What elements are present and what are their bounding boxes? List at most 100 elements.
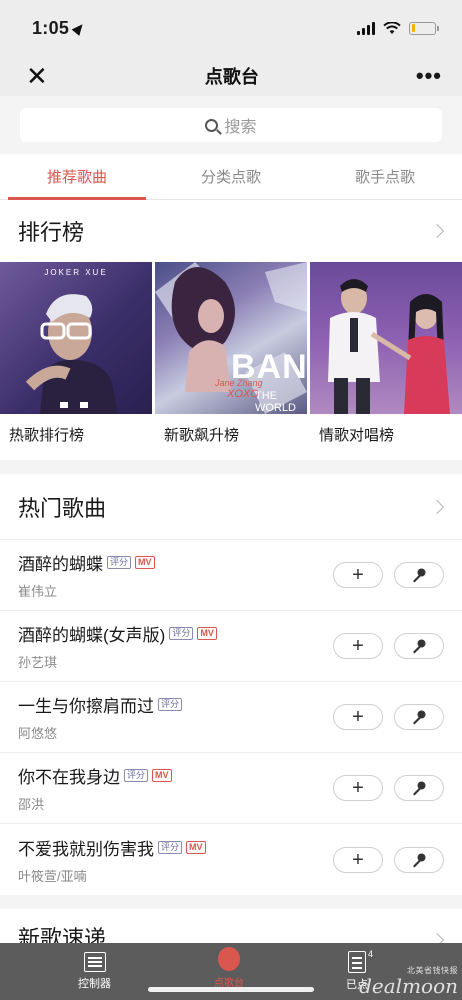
battery-icon — [409, 21, 439, 35]
mv-badge: MV — [197, 627, 217, 640]
charts-section-header[interactable]: 排行榜 — [0, 200, 462, 262]
song-artist: 叶筱萱/亚喃 — [18, 868, 87, 884]
song-info: 你不在我身边 评分 MV 邵洪 — [18, 763, 333, 813]
song-artist: 邵洪 — [18, 797, 45, 812]
singer-photo — [25, 294, 118, 414]
mv-badge: MV — [186, 840, 206, 854]
status-icons — [357, 21, 439, 35]
tab-singers[interactable]: 歌手点歌 — [308, 154, 462, 199]
tab-controller[interactable]: 控制器 — [78, 952, 111, 991]
sing-button[interactable] — [394, 704, 444, 730]
sing-button[interactable] — [394, 562, 444, 588]
song-row[interactable]: 酒醉的蝴蝶(女声版) 评分 MV 孙艺琪 + — [0, 611, 462, 682]
plus-icon: + — [352, 777, 364, 799]
search-placeholder: 搜索 — [224, 119, 257, 136]
add-song-button[interactable]: + — [333, 704, 383, 730]
song-artist: 崔伟立 — [18, 584, 58, 599]
hot-section-title: 热门歌曲 — [18, 495, 107, 521]
chart-label: 新歌飙升榜 — [164, 426, 240, 444]
watermark-brand: dealmoon — [359, 974, 458, 998]
song-title: 不爱我就别伤害我 — [18, 839, 154, 859]
status-bar: 1:05 — [0, 0, 462, 56]
microphone-icon — [413, 781, 426, 796]
add-song-button[interactable]: + — [333, 775, 383, 801]
chart-label: 热歌排行榜 — [9, 426, 85, 444]
status-time: 1:05 — [32, 17, 70, 38]
song-row[interactable]: 你不在我身边 评分 MV 邵洪 + — [0, 753, 462, 824]
plus-icon: + — [352, 706, 364, 728]
section-divider — [0, 895, 462, 909]
plus-icon: + — [352, 564, 364, 586]
score-badge: 评分 — [158, 840, 183, 854]
song-row[interactable]: 一生与你擦肩而过 评分 阿悠悠 + — [0, 682, 462, 753]
sing-button[interactable] — [394, 633, 444, 659]
more-options-icon[interactable]: ••• — [416, 65, 442, 87]
mv-badge: MV — [135, 556, 155, 569]
song-title: 酒醉的蝴蝶(女声版) — [18, 626, 166, 645]
singer-photo — [328, 279, 450, 414]
song-info: 一生与你擦肩而过 评分 阿悠悠 — [18, 692, 333, 742]
search-area: 搜索 — [0, 96, 462, 154]
song-row[interactable]: 酒醉的蝴蝶 评分 MV 崔伟立 + — [0, 540, 462, 611]
search-input[interactable]: 搜索 — [20, 108, 442, 142]
location-arrow-icon — [71, 20, 87, 36]
controller-icon — [83, 952, 106, 972]
battery-level — [411, 24, 416, 32]
microphone-icon — [413, 568, 426, 583]
sing-button[interactable] — [394, 775, 444, 801]
mv-badge: MV — [152, 769, 172, 782]
song-artist: 孙艺琪 — [18, 655, 58, 670]
plus-icon: + — [352, 848, 364, 871]
song-title: 酒醉的蝴蝶 — [18, 555, 103, 574]
score-badge: 评分 — [169, 627, 194, 640]
bottom-tab-bar: 控制器 点歌台 4 已点 北美省钱快报 dealmoon — [0, 943, 462, 1000]
plus-icon: + — [352, 635, 364, 657]
cover-text: THE WORLD — [255, 390, 296, 414]
song-info: 酒醉的蝴蝶(女声版) 评分 MV 孙艺琪 — [18, 621, 333, 671]
tab-categories[interactable]: 分类点歌 — [154, 154, 308, 199]
microphone-icon — [413, 639, 426, 654]
add-song-button[interactable]: + — [333, 846, 383, 873]
watermark: 北美省钱快报 dealmoon — [359, 965, 458, 996]
section-divider — [0, 460, 462, 474]
chart-list: JOKER XUE 热歌排行榜 BAN Jane Zhang XOXO THE … — [0, 262, 462, 454]
chart-cover-image — [310, 262, 462, 414]
search-icon — [205, 118, 219, 132]
chart-cover-image: JOKER XUE — [0, 262, 152, 414]
cellular-signal-icon — [357, 21, 375, 35]
add-song-button[interactable]: + — [333, 562, 383, 588]
chart-card-duet[interactable]: 情歌对唱榜 — [310, 262, 462, 454]
song-row[interactable]: 不爱我就别伤害我 评分 MV 叶筱萱/亚喃 + — [0, 824, 462, 895]
chevron-right-icon — [429, 223, 445, 239]
page-title: 点歌台 — [204, 67, 259, 87]
tab-recommended[interactable]: 推荐歌曲 — [0, 154, 154, 200]
score-badge: 评分 — [107, 556, 132, 569]
chart-card-hot[interactable]: JOKER XUE 热歌排行榜 — [0, 262, 152, 454]
score-badge: 评分 — [158, 698, 183, 711]
chart-cover-image: BAN Jane Zhang XOXO THE WORLD — [155, 262, 307, 414]
song-title: 一生与你擦肩而过 — [18, 697, 154, 716]
chart-label: 情歌对唱榜 — [319, 426, 395, 444]
score-badge: 评分 — [124, 769, 149, 782]
microphone-icon — [413, 710, 426, 725]
song-title: 你不在我身边 — [18, 768, 120, 787]
home-indicator[interactable] — [148, 987, 314, 992]
wifi-icon — [383, 21, 401, 34]
song-info: 酒醉的蝴蝶 评分 MV 崔伟立 — [18, 550, 333, 600]
tab-controller-label: 控制器 — [78, 978, 111, 990]
chevron-right-icon — [429, 499, 445, 514]
song-list: 酒醉的蝴蝶 评分 MV 崔伟立 + 酒醉的蝴蝶(女声版) 评分 MV 孙艺琪 + — [0, 540, 462, 895]
close-icon[interactable]: ✕ — [26, 63, 48, 89]
nav-bar: ✕ 点歌台 ••• — [0, 56, 462, 96]
microphone-icon — [413, 853, 426, 867]
song-station-icon — [218, 947, 240, 971]
tab-song-station[interactable]: 点歌台 — [214, 947, 244, 989]
sing-button[interactable] — [394, 846, 444, 873]
chart-card-rising[interactable]: BAN Jane Zhang XOXO THE WORLD 新歌飙升榜 — [155, 262, 307, 454]
queue-count-badge: 4 — [368, 949, 374, 959]
song-info: 不爱我就别伤害我 评分 MV 叶筱萱/亚喃 — [18, 835, 333, 885]
hot-section-header[interactable]: 热门歌曲 — [0, 474, 462, 540]
add-song-button[interactable]: + — [333, 633, 383, 659]
charts-section-title: 排行榜 — [18, 220, 85, 245]
cover-text: Jane Zhang — [215, 378, 263, 388]
